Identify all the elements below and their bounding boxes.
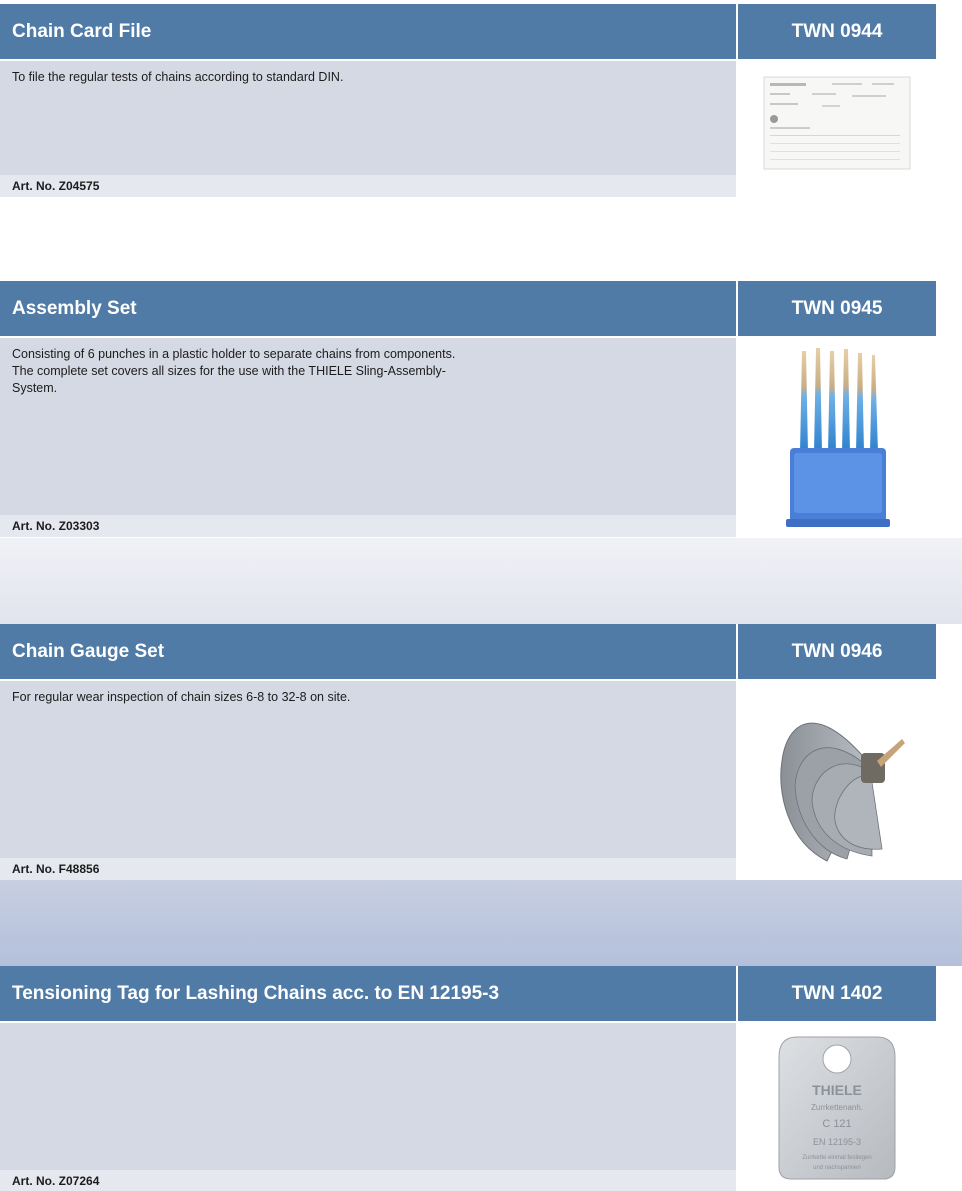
tag-line1: Zurrkette einmal festlegen [802,1155,871,1161]
fan-gauge-image [780,722,905,862]
metal-tag-image: THIELE Zurrkettenanh. C 121 EN 12195-3 Z… [778,1036,896,1180]
tag-subtitle: Zurrkettenanh. [811,1103,863,1112]
description-line: System. [12,381,58,395]
description-line: The complete set covers all sizes for th… [12,364,446,378]
tag-standard: EN 12195-3 [813,1137,861,1147]
chain-card-document-image [763,76,911,170]
article-number: Art. No. Z07264 [0,1170,736,1191]
product-title: Assembly Set [0,281,736,336]
description-line: For regular wear inspection of chain siz… [12,690,351,704]
article-number: Art. No. F48856 [0,858,736,880]
description-line: To file the regular tests of chains acco… [12,70,344,84]
product-card-assembly-set: Assembly Set TWN 0945 Consisting of 6 pu… [0,281,962,538]
product-code: TWN 0944 [738,4,936,59]
article-number: Art. No. Z03303 [0,515,736,537]
separator-band [0,538,962,624]
tag-line2: und nachspannen [813,1165,861,1171]
product-title: Chain Card File [0,4,736,59]
product-image-tensioning-tag: THIELE Zurrkettenanh. C 121 EN 12195-3 Z… [738,1023,936,1191]
product-card-chain-gauge-set: Chain Gauge Set TWN 0946 For regular wea… [0,624,962,880]
product-description: For regular wear inspection of chain siz… [0,681,736,858]
product-image-assembly-set [738,338,936,538]
punch-set-image [786,348,890,527]
product-code: TWN 1402 [738,966,936,1021]
product-image-chain-gauge-set [738,681,936,880]
product-description: Consisting of 6 punches in a plastic hol… [0,338,736,515]
product-title: Chain Gauge Set [0,624,736,679]
product-card-chain-card-file: Chain Card File TWN 0944 To file the reg… [0,4,962,197]
product-card-tensioning-tag: Tensioning Tag for Lashing Chains acc. t… [0,966,962,1191]
article-number: Art. No. Z04575 [0,175,736,197]
product-image-chain-card [738,61,936,185]
tag-brand: THIELE [812,1082,862,1098]
product-title: Tensioning Tag for Lashing Chains acc. t… [0,966,736,1021]
product-description: To file the regular tests of chains acco… [0,61,736,176]
description-line: Consisting of 6 punches in a plastic hol… [12,347,456,361]
separator-band [0,880,962,966]
product-code: TWN 0945 [738,281,936,336]
product-code: TWN 0946 [738,624,936,679]
product-description [0,1023,736,1170]
tag-model: C 121 [822,1118,851,1130]
